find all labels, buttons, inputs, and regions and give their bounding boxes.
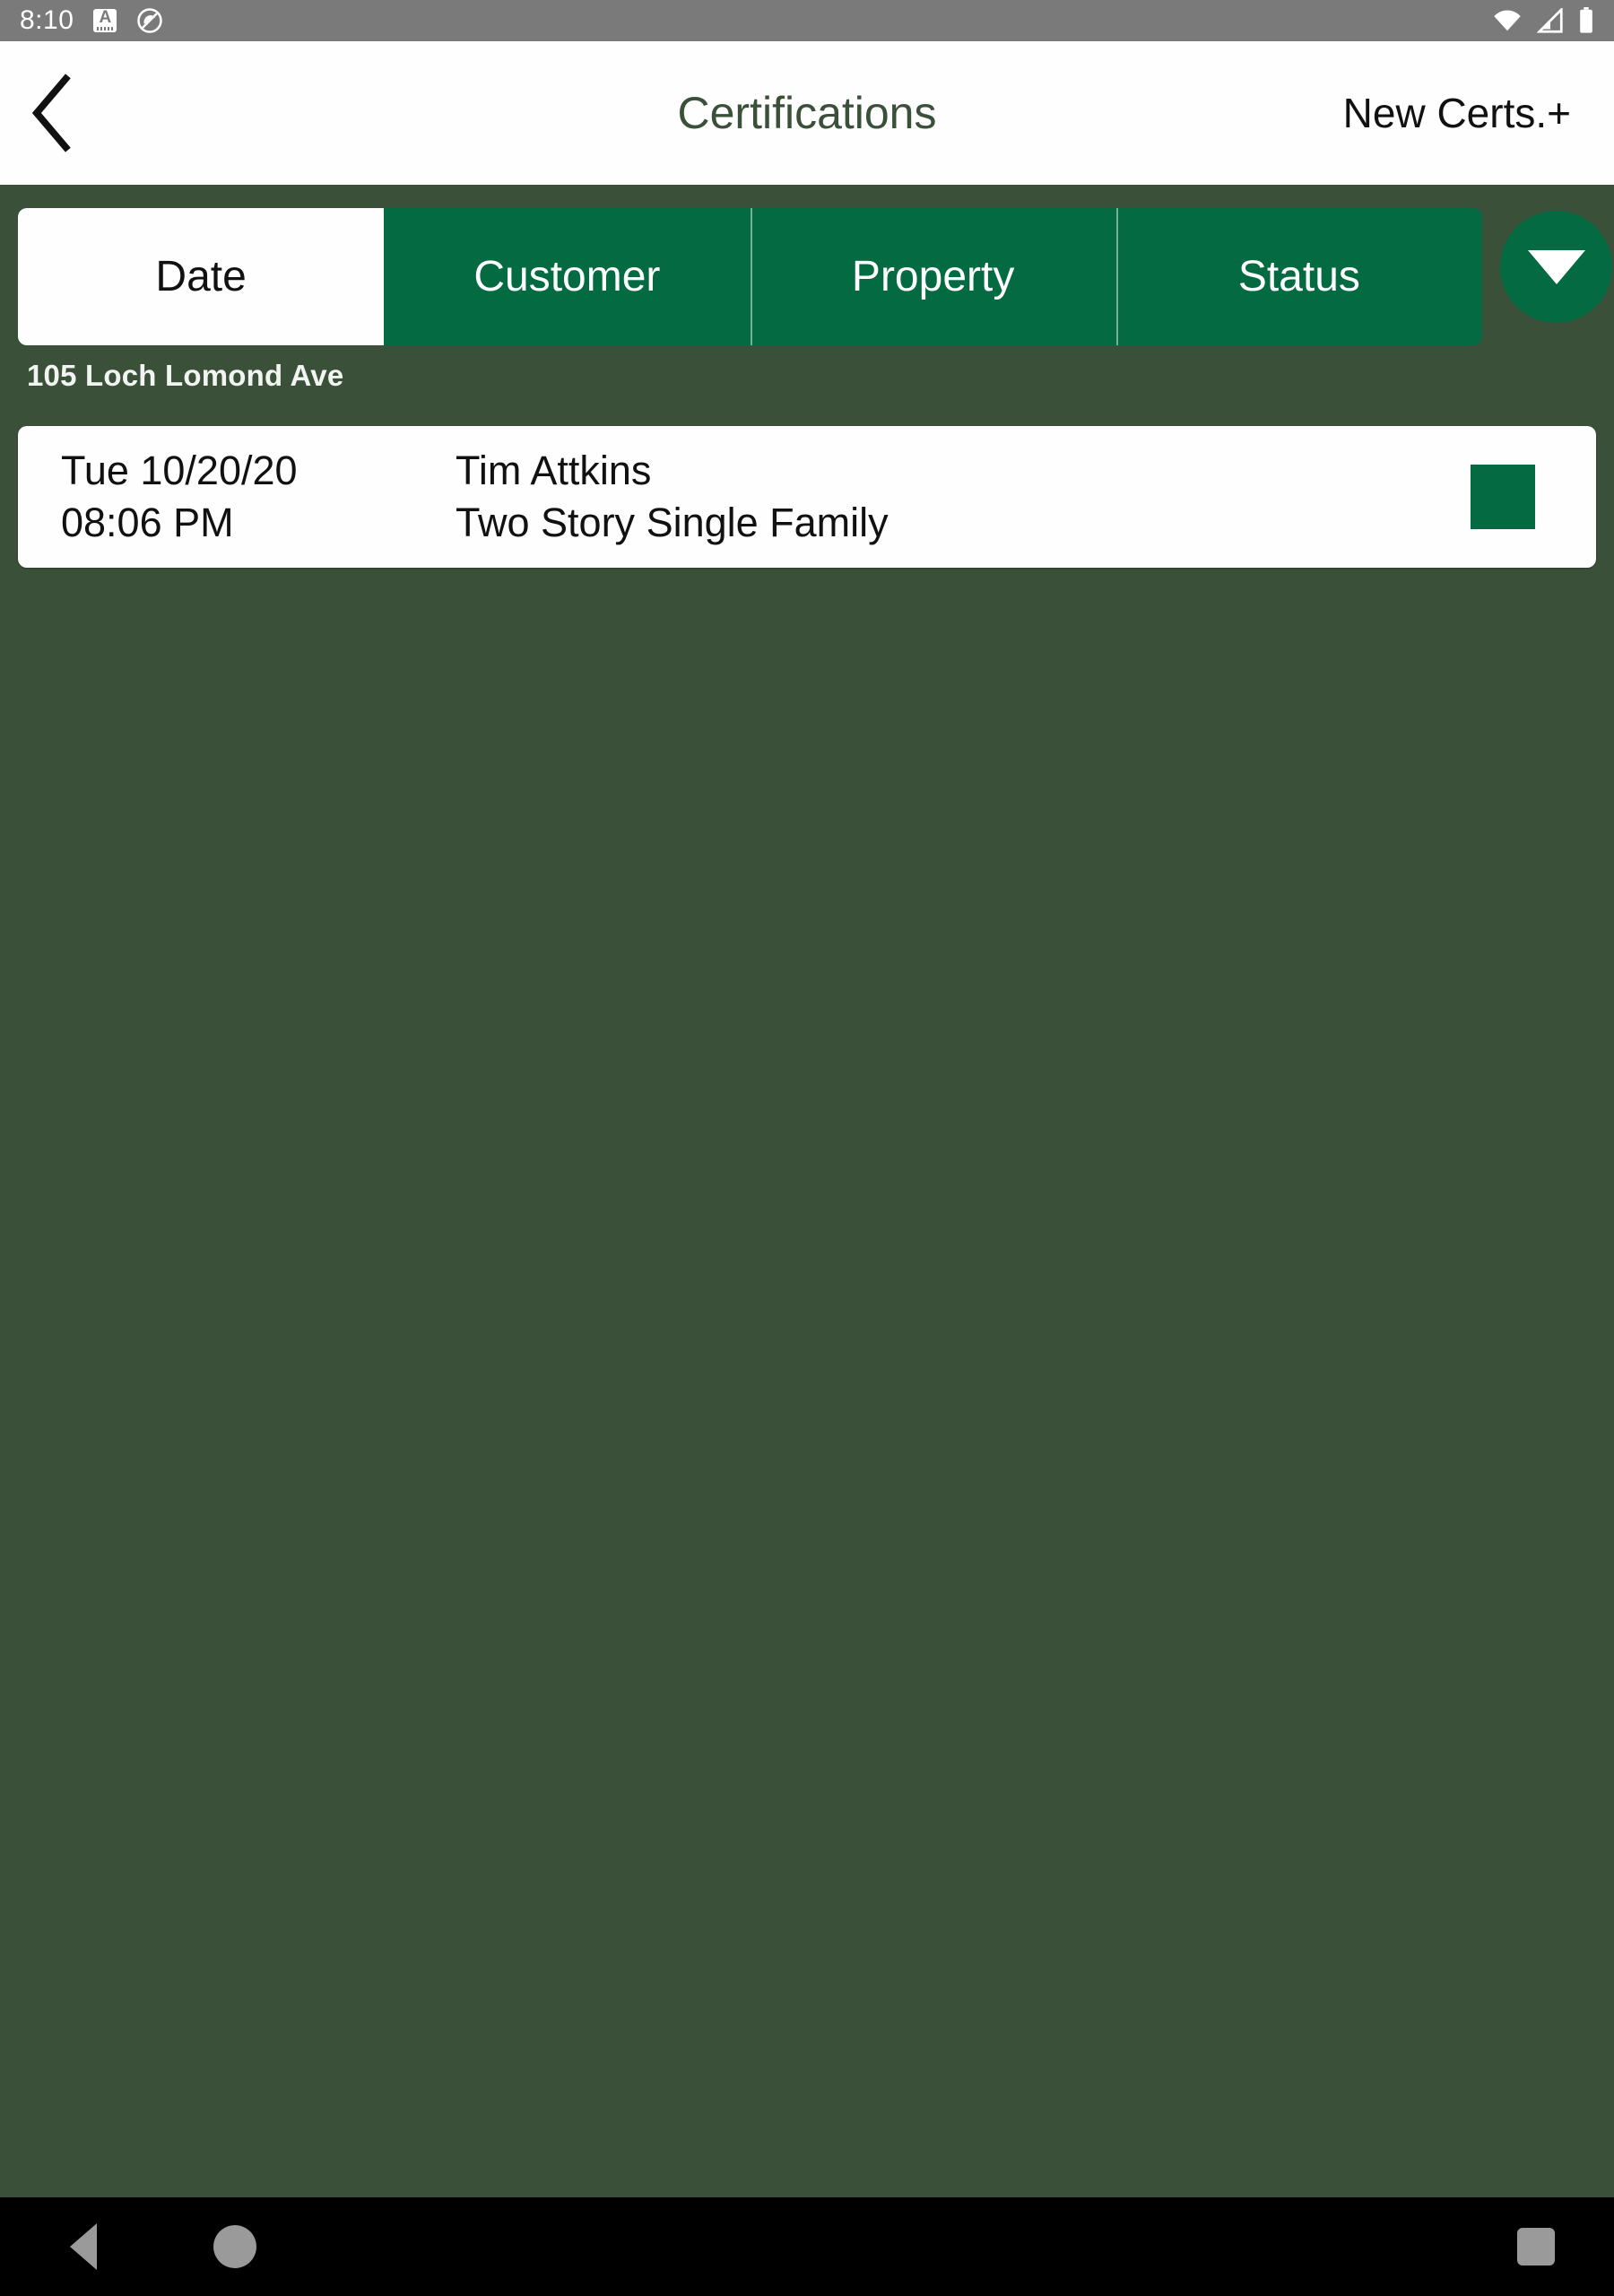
tab-date[interactable]: Date [18,208,385,345]
tab-property[interactable]: Property [750,208,1116,345]
list-item-customer: Tim Attkins [456,447,652,493]
list-item[interactable]: Tue 10/20/20 08:06 PM Tim Attkins Two St… [18,426,1596,568]
group-header-address: 105 Loch Lomond Ave [27,359,344,392]
sort-tab-bar: Date Customer Property Status [18,208,1482,345]
status-bar-right [1492,7,1594,34]
battery-icon [1578,7,1594,34]
android-status-bar: 8:10 A [0,0,1614,41]
list-item-property: Two Story Single Family [456,500,889,545]
circle-home-icon[interactable] [213,2225,256,2268]
status-badge[interactable] [1471,465,1535,529]
android-nav-bar [0,2197,1614,2296]
do-not-disturb-icon [136,7,163,34]
triangle-back-icon[interactable] [70,2223,97,2270]
wifi-icon [1492,8,1523,33]
app-root: 8:10 A Certifications New Certs.+ Date C… [0,0,1614,2296]
cellular-signal-icon [1537,8,1564,33]
list-item-date: Tue 10/20/20 [61,447,298,493]
tab-status[interactable]: Status [1115,208,1482,345]
list-item-datetime: Tue 10/20/20 08:06 PM [61,448,456,546]
list-item-details: Tim Attkins Two Story Single Family [456,448,1471,546]
certifications-list: Tue 10/20/20 08:06 PM Tim Attkins Two St… [18,426,1596,568]
list-item-time: 08:06 PM [61,500,234,545]
square-recents-icon[interactable] [1517,2228,1555,2266]
chevron-down-icon [1527,249,1585,284]
status-bar-left: 8:10 A [20,7,163,34]
status-bar-clock: 8:10 [20,5,74,35]
filter-dropdown-button[interactable] [1500,211,1612,323]
app-header: Certifications New Certs.+ [0,41,1614,187]
tab-customer[interactable]: Customer [384,208,751,345]
text-badge-icon: A [93,9,117,32]
new-certs-button[interactable]: New Certs.+ [1343,89,1571,137]
